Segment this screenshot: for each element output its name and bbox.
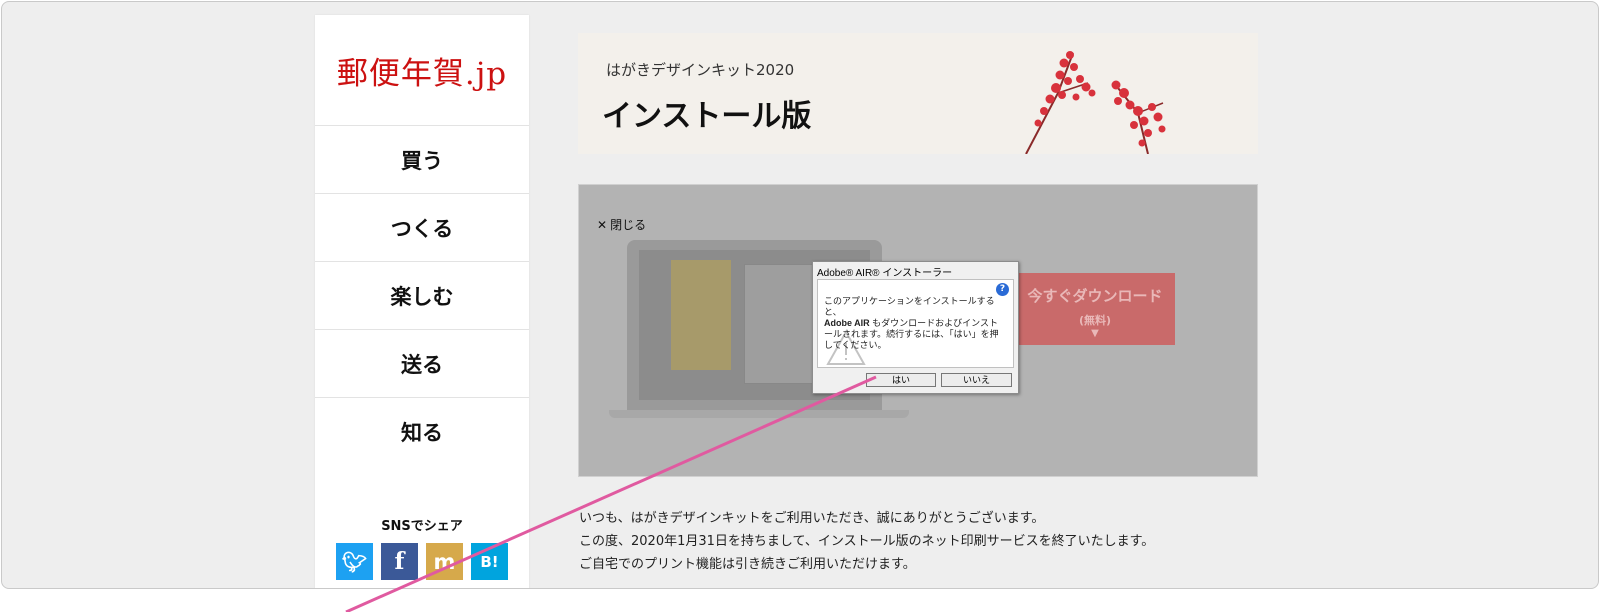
annotation-pointer-line: [345, 375, 877, 612]
